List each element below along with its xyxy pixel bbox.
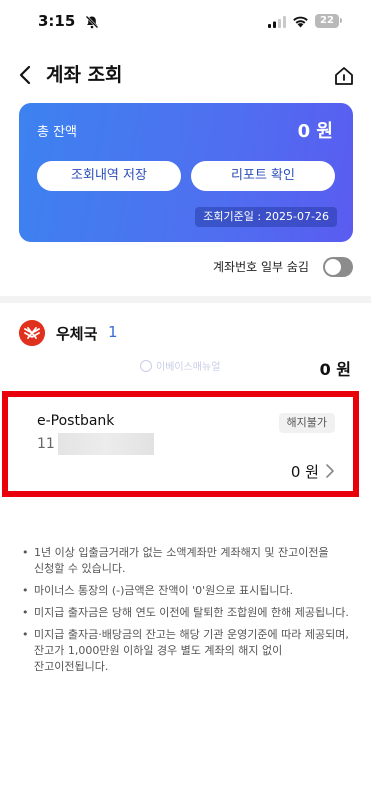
- bell-slash-icon: [85, 15, 99, 29]
- status-badge: 해지불가: [278, 413, 335, 433]
- bank-account-count: 1: [108, 323, 118, 341]
- watermark-text: 이베이스매뉴얼: [156, 362, 221, 373]
- masked-account-number: [58, 433, 154, 455]
- account-balance: 0 원: [290, 463, 319, 481]
- view-report-button[interactable]: 리포트 확인: [191, 161, 335, 191]
- chevron-left-icon: [19, 65, 31, 85]
- battery-icon: 22: [315, 14, 339, 28]
- hide-account-number-label: 계좌번호 일부 숨김: [213, 260, 309, 274]
- account-number: 11: [37, 436, 55, 452]
- notice-item: 마이너스 통장의 (-)금액은 잔액이 '0'원으로 표시됩니다.: [20, 583, 356, 599]
- notice-list: 1년 이상 입출금거래가 없는 소액계좌만 계좌해지 및 잔고이전을 신청할 수…: [20, 545, 356, 681]
- status-time: 3:15: [38, 12, 76, 30]
- home-icon[interactable]: [332, 64, 356, 88]
- watermark-icon: [140, 359, 152, 372]
- status-bar: 3:15 22: [0, 0, 371, 48]
- bank-name: 우체국: [56, 325, 98, 343]
- watermark: 이베이스매뉴얼: [140, 358, 220, 373]
- account-name: e-Postbank: [37, 413, 115, 429]
- save-history-button[interactable]: 조회내역 저장: [37, 161, 181, 191]
- chevron-right-icon: [326, 464, 334, 478]
- base-date-value: 2025-07-26: [265, 210, 329, 223]
- notice-item: 미지급 출자금은 당해 연도 이전에 탈퇴한 조합원에 한해 제공됩니다.: [20, 605, 356, 621]
- post-office-logo-icon: [19, 320, 45, 346]
- wifi-icon: [293, 16, 308, 28]
- notice-item: 1년 이상 입출금거래가 없는 소액계좌만 계좌해지 및 잔고이전을 신청할 수…: [20, 545, 356, 577]
- battery-tip: [340, 18, 342, 23]
- base-date-label: 조회기준일 :: [203, 210, 262, 223]
- section-divider: [0, 296, 371, 303]
- hide-account-number-toggle[interactable]: [323, 257, 353, 277]
- back-button[interactable]: [14, 62, 36, 88]
- bank-total-amount: 0 원: [319, 360, 351, 379]
- signal-icon: [268, 16, 286, 28]
- base-date-badge: 조회기준일 : 2025-07-26: [195, 207, 337, 227]
- page-header: 계좌 조회: [0, 52, 371, 98]
- notice-item: 미지급 출자금·배당금의 잔고는 해당 기관 운영기준에 따라 제공되며, 잔고…: [20, 627, 356, 675]
- balance-card: 총 잔액 0 원 조회내역 저장 리포트 확인 조회기준일 : 2025-07-…: [19, 103, 353, 242]
- account-card[interactable]: e-Postbank 해지불가 11 0 원: [21, 403, 343, 489]
- toggle-knob: [325, 259, 341, 275]
- page-title: 계좌 조회: [46, 64, 123, 86]
- total-balance-amount: 0 원: [297, 121, 333, 142]
- total-balance-label: 총 잔액: [37, 125, 78, 140]
